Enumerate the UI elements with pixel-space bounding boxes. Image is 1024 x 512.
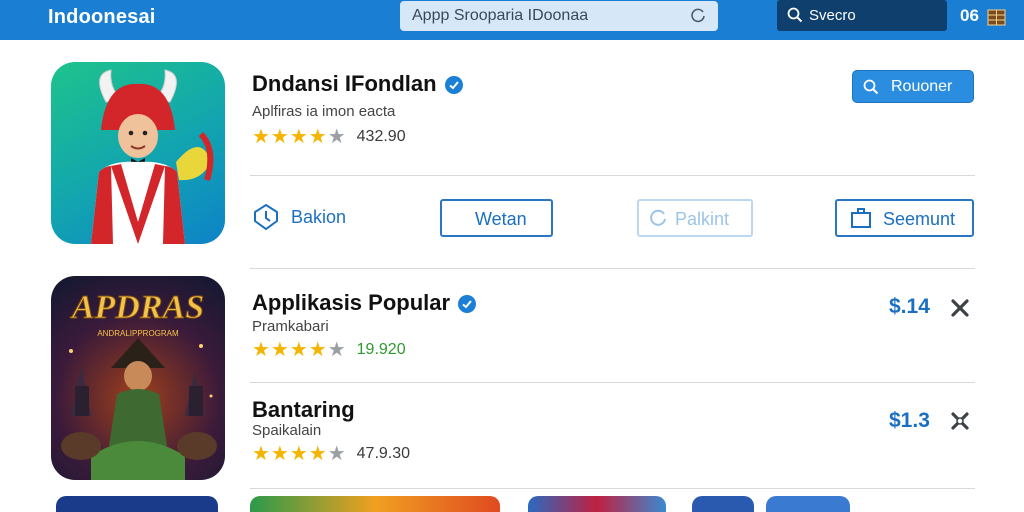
app-icon-1[interactable] [51, 62, 225, 244]
app-subtitle-1: Aplfiras ia imon eacta [252, 103, 396, 120]
app-card-preview[interactable] [692, 496, 754, 512]
icon-logo-subtext: ANDRALIPPROGRAM [97, 329, 179, 338]
app-price-2[interactable]: $.14 [889, 295, 930, 319]
star-rating: ★★★★★ [252, 339, 347, 361]
search-label: Svecro [809, 7, 856, 24]
sparkle-icon[interactable] [950, 411, 970, 431]
star-rating: ★★★★★ [252, 126, 347, 148]
divider [250, 268, 975, 269]
app-rating-3: ★★★★★ 47.9.30 [252, 441, 410, 466]
app-title-1[interactable]: Dndansi IFondlan [252, 71, 463, 97]
app-subtitle-3: Spaikalain [252, 422, 322, 439]
reload-icon[interactable] [690, 7, 706, 23]
search-icon [787, 7, 803, 23]
app-card-preview[interactable] [250, 496, 500, 512]
divider [250, 488, 975, 489]
search-icon [863, 79, 879, 95]
action-wetan[interactable]: Wetan [440, 199, 553, 237]
app-title-2[interactable]: Applikasis Popular [252, 290, 477, 316]
action-palkint[interactable]: Palkint [637, 199, 753, 237]
app-rating-2: ★★★★★ 19.920 [252, 337, 406, 362]
action-wetan-label: Wetan [475, 209, 527, 229]
app-subtitle-2: Pramkabari [252, 318, 329, 335]
action-bakion-label: Bakion [291, 207, 347, 227]
app-title-3[interactable]: Bantaring [252, 397, 355, 423]
icon-logo-text: APDRAS [70, 289, 204, 326]
divider [250, 382, 975, 383]
box-icon[interactable] [987, 8, 1006, 27]
rating-value: 432.90 [356, 127, 406, 145]
app-title-2-text: Applikasis Popular [252, 290, 451, 315]
search-input[interactable]: Svecro [777, 0, 947, 31]
app-title-1-text: Dndansi IFondlan [252, 71, 437, 96]
close-icon[interactable] [950, 298, 970, 318]
app-price-3[interactable]: $1.3 [889, 409, 930, 433]
primary-action-button[interactable]: Rouoner [852, 70, 974, 103]
action-seemunt-label: Seemunt [883, 209, 956, 229]
shield-icon [254, 203, 278, 231]
action-palkint-label: Palkint [675, 209, 730, 229]
refresh-icon [650, 209, 666, 226]
app-card-preview[interactable] [766, 496, 850, 512]
share-icon [851, 208, 871, 228]
action-bakion[interactable]: Bakion [252, 199, 372, 237]
address-text: Appp Srooparia IDoonaa [412, 7, 589, 24]
game-artwork: APDRAS ANDRALIPPROGRAM [61, 289, 217, 480]
brand-title[interactable]: Indoonesai [48, 6, 156, 29]
action-seemunt[interactable]: Seemunt [835, 199, 974, 237]
verified-icon [458, 295, 477, 314]
star-rating: ★★★★★ [252, 443, 347, 465]
divider [250, 175, 975, 176]
primary-action-label: Rouoner [891, 78, 953, 95]
address-bar[interactable]: Appp Srooparia IDoonaa [400, 1, 718, 31]
rating-value: 47.9.30 [356, 444, 411, 462]
top-bar: Indoonesai Appp Srooparia IDoonaa Svecro… [0, 0, 1024, 40]
app-title-3-text: Bantaring [252, 397, 355, 422]
verified-icon [444, 76, 463, 95]
app-card-preview[interactable] [56, 496, 218, 512]
notification-count: 06 [960, 6, 979, 25]
app-rating-1: ★★★★★ 432.90 [252, 124, 406, 149]
mascot-illustration [91, 69, 214, 244]
app-card-preview[interactable] [528, 496, 666, 512]
app-icon-2[interactable]: APDRAS ANDRALIPPROGRAM [51, 276, 225, 480]
rating-value: 19.920 [356, 340, 406, 358]
